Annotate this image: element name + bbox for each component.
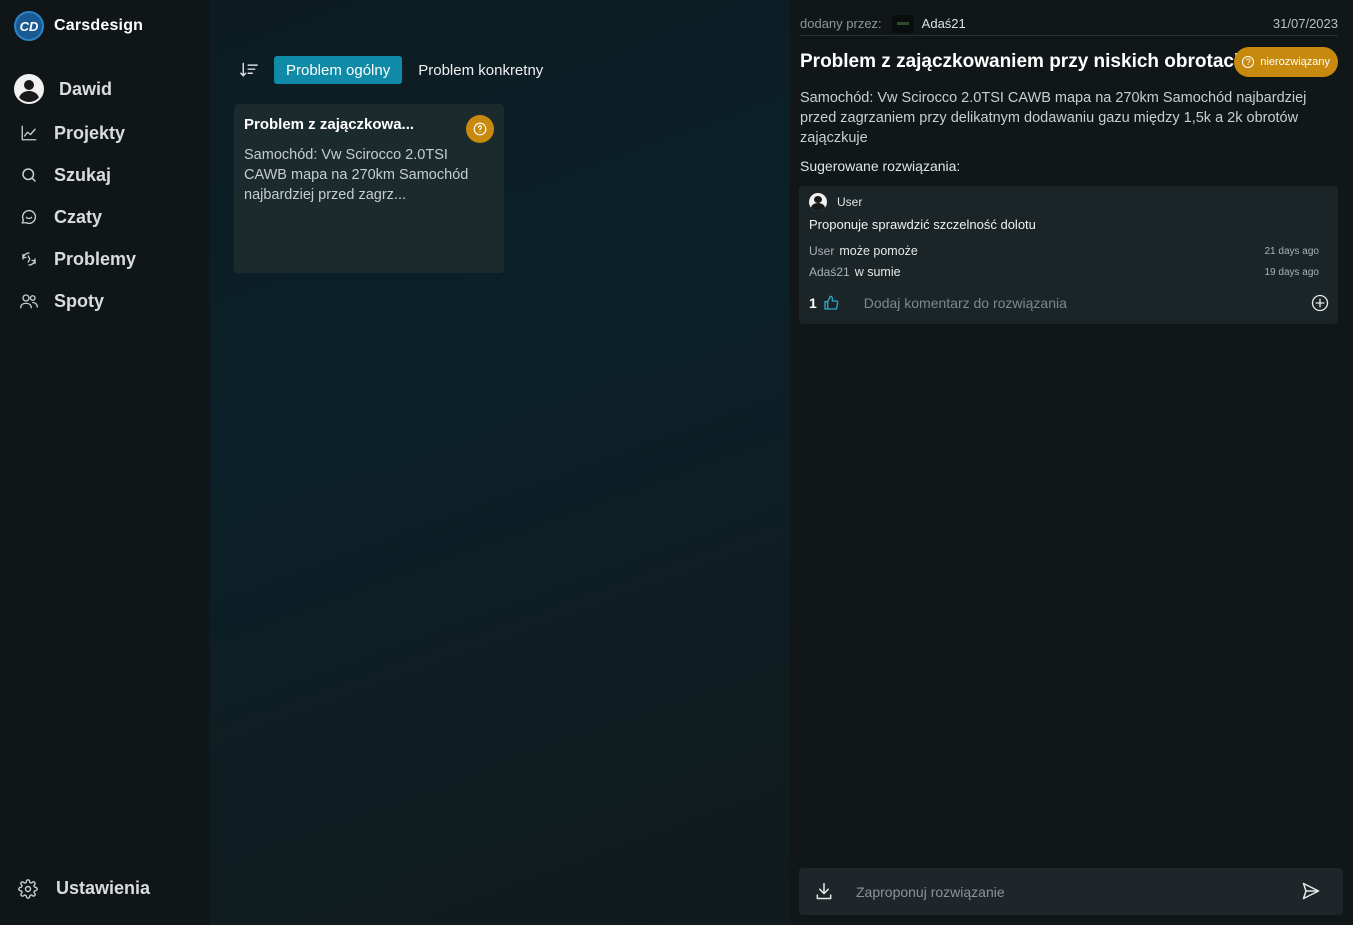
problems-icon [14, 244, 44, 274]
plus-circle-icon[interactable] [1311, 294, 1329, 312]
comment-item: Adaś21 w sumie 19 days ago [809, 265, 1319, 279]
sidebar-user-name: Dawid [59, 78, 113, 99]
sidebar-item-label: Spoty [54, 290, 105, 311]
problem-description: Samochód: Vw Scirocco 2.0TSI CAWB mapa n… [800, 90, 1307, 146]
solution-author: User [809, 193, 862, 211]
sidebar-item-label: Problemy [54, 248, 137, 269]
author-avatar [891, 14, 914, 33]
sidebar-item-label: Szukaj [54, 164, 112, 185]
brand-name: Carsdesign [54, 17, 144, 34]
comment-item: User może pomoże 21 days ago [809, 244, 1319, 258]
brand-logo: CD [14, 11, 44, 41]
sidebar-item-problemy[interactable]: Problemy [14, 242, 204, 276]
chart-line-icon [14, 118, 44, 148]
solution-card: User Proponuje sprawdzić szczelność dolo… [799, 186, 1338, 324]
users-icon [14, 286, 44, 316]
suggested-solutions-label: Sugerowane rozwiązania: [800, 158, 961, 174]
avatar [809, 193, 827, 211]
status-badge-label: nierozwiązany [1260, 56, 1330, 68]
gear-icon [18, 878, 38, 899]
solution-actions: 1 Dodaj komentarz do rozwiązania [809, 294, 1329, 312]
thumbs-up-icon[interactable] [823, 295, 839, 311]
add-comment-input[interactable]: Dodaj komentarz do rozwiązania [864, 295, 1067, 311]
filter-specific-button[interactable]: Problem konkretny [406, 56, 555, 84]
comment-user: Adaś21 [809, 265, 850, 279]
settings-label: Ustawienia [56, 878, 151, 898]
user-avatar-icon [14, 74, 44, 104]
app: CD Carsdesign Dawid Projekty Szukaj Czat… [0, 0, 1353, 925]
comment-time: 19 days ago [1264, 266, 1320, 278]
brand[interactable]: CD Carsdesign [14, 11, 143, 41]
solution-text: Proponuje sprawdzić szczelność dolotu [809, 217, 1036, 232]
sidebar-item-czaty[interactable]: Czaty [14, 200, 204, 234]
sidebar-item-settings[interactable]: Ustawienia [18, 878, 150, 899]
sidebar: CD Carsdesign Dawid Projekty Szukaj Czat… [0, 0, 210, 925]
problem-card[interactable]: Problem z zajączkowa... Samochód: Vw Sci… [234, 104, 504, 273]
sidebar-item-spoty[interactable]: Spoty [14, 284, 204, 318]
comment-text: może pomoże [839, 244, 918, 258]
comment-text: w sumie [854, 265, 901, 279]
comment-user: User [809, 244, 835, 258]
solution-author-name: User [837, 195, 863, 209]
sidebar-item-label: Projekty [54, 122, 126, 143]
question-circle-icon: ? [1242, 56, 1255, 68]
filter-general-button[interactable]: Problem ogólny [274, 56, 403, 84]
author-name[interactable]: Adaś21 [922, 16, 966, 31]
sidebar-item-szukaj[interactable]: Szukaj [14, 158, 204, 192]
problem-card-title: Problem z zajączkowa... [244, 116, 415, 133]
search-icon [14, 160, 44, 190]
filter-bar: Problem ogólny Problem konkretny [238, 56, 555, 84]
sidebar-item-label: Czaty [54, 206, 103, 227]
question-circle-icon [466, 115, 494, 143]
problem-meta: dodany przez: Adaś21 31/07/2023 [800, 12, 1338, 36]
like-count: 1 [809, 295, 817, 311]
solution-input[interactable] [856, 883, 1301, 900]
problem-card-excerpt: Samochód: Vw Scirocco 2.0TSI CAWB mapa n… [244, 147, 469, 203]
chat-icon [14, 202, 44, 232]
problem-title: Problem z zajączkowaniem przy niskich ob… [800, 51, 1246, 72]
comment-time: 21 days ago [1264, 245, 1320, 257]
added-by-label: dodany przez: [800, 16, 882, 31]
problems-list-panel: Problem ogólny Problem konkretny Problem… [210, 0, 790, 925]
send-icon[interactable] [1301, 881, 1323, 903]
problem-date: 31/07/2023 [1272, 16, 1338, 31]
sidebar-item-projekty[interactable]: Projekty [14, 116, 204, 150]
status-badge: ? nierozwiązany [1234, 47, 1338, 77]
sidebar-item-profile[interactable]: Dawid [14, 72, 204, 106]
problem-detail-panel: dodany przez: Adaś21 31/07/2023 Problem … [790, 0, 1353, 925]
download-icon[interactable] [814, 881, 836, 903]
solution-composer [799, 868, 1343, 915]
sort-icon[interactable] [238, 59, 260, 81]
